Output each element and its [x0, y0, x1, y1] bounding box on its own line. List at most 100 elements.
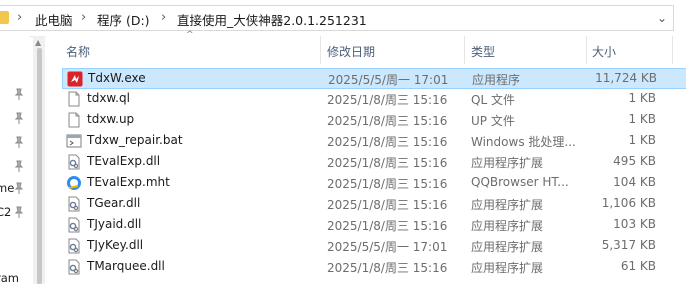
file-row[interactable]: Tdxw_repair.bat 2025/1/8/周三 15:16 Windows …: [62, 131, 698, 152]
file-row[interactable]: TEvalExp.mht 2025/1/8/周三 15:16 QQBrowser H…: [62, 173, 698, 194]
file-size: 1 KB: [628, 112, 656, 126]
nav-item-label: C2: [0, 205, 12, 219]
pin-icon: [14, 88, 24, 100]
dll-icon: [66, 259, 82, 275]
breadcrumb-drive-d[interactable]: 程序 (D:): [97, 10, 150, 29]
file-size: 104 KB: [613, 175, 656, 189]
file-type: 应用程序: [472, 73, 521, 87]
file-size: 495 KB: [613, 154, 656, 168]
nav-item[interactable]: ram: [0, 268, 30, 290]
column-divider[interactable]: [464, 36, 465, 64]
nav-item[interactable]: me: [0, 178, 30, 200]
file-name: TJyaid.dll: [87, 217, 142, 231]
file-type: 应用程序扩展: [471, 219, 544, 233]
file-icon: [66, 91, 82, 107]
column-header-name[interactable]: 名称: [66, 43, 90, 60]
file-row[interactable]: tdxw.up 2025/1/8/周三 15:16 UP 文件 1 KB: [62, 110, 698, 131]
exe-red-icon: [67, 71, 83, 87]
bat-icon: [66, 133, 82, 149]
file-size: 61 KB: [620, 259, 656, 273]
file-modified-date: 2025/5/5/周一 17:01: [327, 240, 448, 254]
file-icon: [66, 112, 82, 128]
file-row[interactable]: TJyKey.dll 2025/5/5/周一 17:01 应用程序扩展 5,317 K…: [62, 236, 698, 257]
folder-icon: [0, 11, 9, 24]
address-bar: › 此电脑 › 程序 (D:) › 直接使用_大侠神器2.0.1.251231 …: [0, 0, 698, 37]
nav-scroll-thumb[interactable]: [37, 48, 42, 284]
breadcrumb-current-folder[interactable]: 直接使用_大侠神器2.0.1.251231: [177, 10, 367, 29]
file-type: 应用程序扩展: [471, 156, 544, 170]
nav-item[interactable]: [0, 132, 30, 154]
file-row[interactable]: TGear.dll 2025/1/8/周三 15:16 应用程序扩展 1,106 KB: [62, 194, 698, 215]
dll-icon: [66, 196, 82, 212]
file-name: tdxw.up: [87, 112, 135, 126]
dll-icon: [66, 238, 82, 254]
chevron-right-icon: ›: [161, 10, 167, 25]
breadcrumb-this-pc[interactable]: 此电脑: [35, 10, 73, 29]
file-size: 1 KB: [628, 91, 656, 105]
file-modified-date: 2025/1/8/周三 15:16: [327, 261, 448, 275]
file-modified-date: 2025/1/8/周三 15:16: [327, 135, 448, 149]
file-name: TJyKey.dll: [87, 238, 144, 252]
file-modified-date: 2025/1/8/周三 15:16: [327, 114, 448, 128]
file-size: 103 KB: [613, 217, 656, 231]
file-modified-date: 2025/1/8/周三 15:16: [327, 219, 448, 233]
nav-item[interactable]: [0, 84, 30, 106]
breadcrumb[interactable]: › 此电脑 › 程序 (D:) › 直接使用_大侠神器2.0.1.251231 …: [0, 5, 674, 31]
file-name: TdxW.exe: [88, 71, 146, 85]
nav-item-label: ram: [0, 271, 19, 285]
file-modified-date: 2025/5/5/周一 17:01: [328, 73, 449, 87]
file-row[interactable]: TEvalExp.dll 2025/1/8/周三 15:16 应用程序扩展 495 K…: [62, 152, 698, 173]
file-size: 1,106 KB: [601, 196, 656, 210]
file-name: tdxw.ql: [87, 91, 130, 105]
file-name: TEvalExp.dll: [87, 154, 161, 168]
column-divider[interactable]: [586, 36, 587, 64]
file-type: UP 文件: [471, 114, 515, 128]
file-name: Tdxw_repair.bat: [87, 133, 183, 147]
pin-icon: [14, 112, 24, 124]
chevron-right-icon: ›: [81, 10, 87, 25]
nav-item[interactable]: C2: [0, 202, 30, 224]
file-list-scrollbar[interactable]: [686, 64, 698, 284]
file-modified-date: 2025/1/8/周三 15:16: [327, 198, 448, 212]
file-size: 1 KB: [628, 133, 656, 147]
file-name: TMarquee.dll: [87, 259, 165, 273]
column-header-type[interactable]: 类型: [471, 43, 495, 60]
pin-icon: [14, 160, 24, 172]
nav-item[interactable]: [0, 108, 30, 130]
file-row[interactable]: TJyaid.dll 2025/1/8/周三 15:16 应用程序扩展 103 KB: [62, 215, 698, 236]
file-row[interactable]: TMarquee.dll 2025/1/8/周三 15:16 应用程序扩展 61 KB: [62, 257, 698, 278]
column-divider[interactable]: [672, 36, 673, 64]
file-name: TEvalExp.mht: [87, 175, 170, 189]
address-dropdown-button[interactable]: ⌄: [651, 8, 673, 28]
dll-icon: [66, 217, 82, 233]
file-type: 应用程序扩展: [471, 198, 544, 212]
chevron-right-icon: ›: [17, 10, 23, 25]
column-header-modified[interactable]: 修改日期: [327, 43, 375, 60]
pin-icon: [14, 182, 24, 194]
sort-ascending-icon: ^: [186, 30, 194, 40]
file-name: TGear.dll: [87, 196, 141, 210]
nav-scrollbar[interactable]: ▲: [33, 36, 45, 284]
file-row[interactable]: TdxW.exe 2025/5/5/周一 17:01 应用程序 11,724 KB: [62, 68, 698, 89]
pin-icon: [14, 136, 24, 148]
nav-item[interactable]: [0, 156, 30, 178]
nav-item-label: me: [0, 181, 15, 195]
file-type: 应用程序扩展: [471, 240, 544, 254]
dll-icon: [66, 154, 82, 170]
scroll-up-icon[interactable]: ▲: [35, 38, 41, 47]
column-header-size[interactable]: 大小: [592, 43, 616, 60]
file-row[interactable]: tdxw.ql 2025/1/8/周三 15:16 QL 文件 1 KB: [62, 89, 698, 110]
browser-icon: [66, 175, 82, 191]
file-type: Windows 批处理...: [471, 135, 576, 149]
file-type: QQBrowser HT...: [471, 175, 569, 189]
file-modified-date: 2025/1/8/周三 15:16: [327, 156, 448, 170]
file-size: 11,724 KB: [595, 71, 657, 85]
file-size: 5,317 KB: [601, 238, 656, 252]
file-modified-date: 2025/1/8/周三 15:16: [327, 177, 448, 191]
column-divider[interactable]: [320, 36, 321, 64]
navigation-pane: me C2 ram: [0, 36, 30, 285]
file-type: 应用程序扩展: [471, 261, 544, 275]
file-type: QL 文件: [471, 93, 515, 107]
pin-icon: [14, 206, 24, 218]
column-header-row: ^ 名称 修改日期 类型 大小: [46, 30, 698, 64]
